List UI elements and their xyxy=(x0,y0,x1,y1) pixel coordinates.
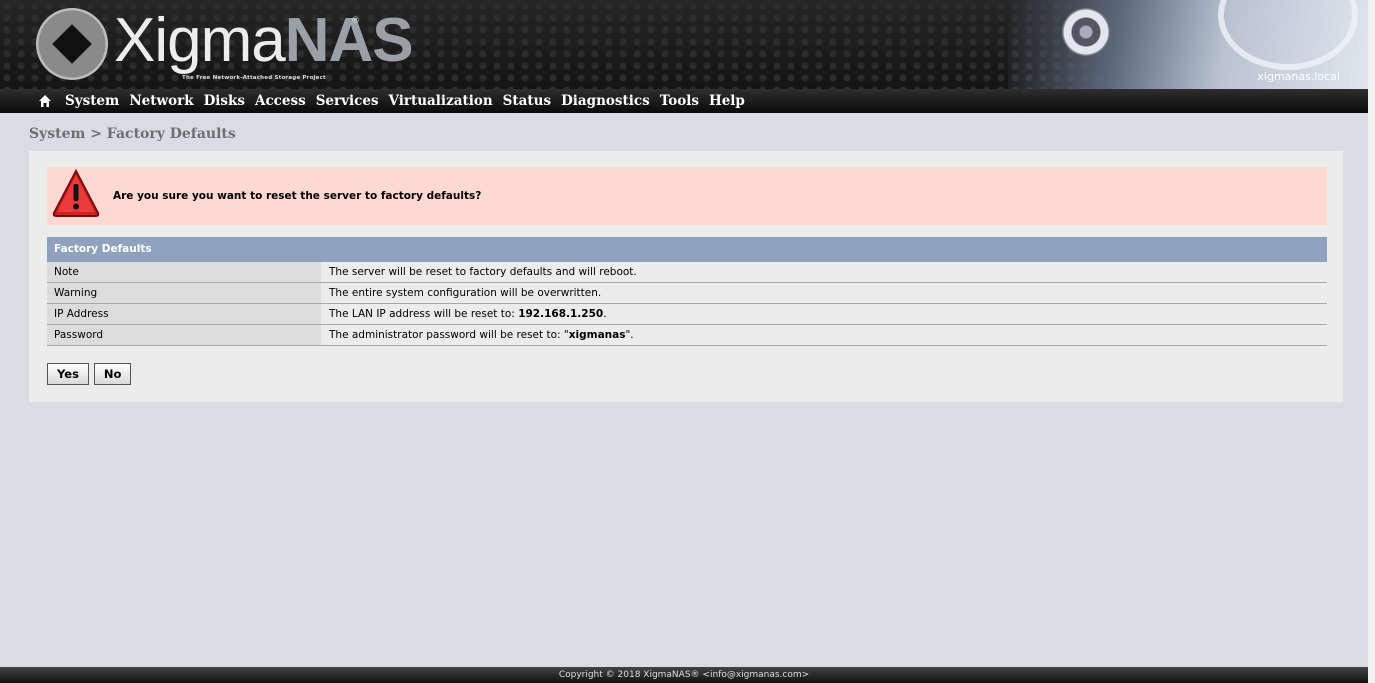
hostname-label: xigmanas.local xyxy=(1257,70,1340,83)
nav-item-access[interactable]: Access xyxy=(255,89,306,113)
header: XigmaNAS ® The Free Network-Attached Sto… xyxy=(0,0,1368,89)
logo-text-xigma: Xigma xyxy=(114,6,286,75)
disk-platter-arc xyxy=(1218,0,1358,70)
ip-address-value: 192.168.1.250 xyxy=(518,308,604,320)
password-value: xigmanas xyxy=(568,329,626,341)
table-row: Warning The entire system configuration … xyxy=(47,283,1327,304)
nav-item-network[interactable]: Network xyxy=(129,89,193,113)
content-panel: Are you sure you want to reset the serve… xyxy=(29,151,1343,402)
yes-button[interactable]: Yes xyxy=(47,363,89,385)
logo: XigmaNAS ® The Free Network-Attached Sto… xyxy=(36,2,414,86)
row-value: The entire system configuration will be … xyxy=(323,283,1327,303)
button-group: Yes No xyxy=(47,363,132,385)
row-value-text: The administrator password will be reset… xyxy=(329,329,569,341)
row-value: The administrator password will be reset… xyxy=(323,325,1327,345)
table-row: IP Address The LAN IP address will be re… xyxy=(47,304,1327,325)
row-label: IP Address xyxy=(47,304,323,324)
factory-defaults-table: Factory Defaults Note The server will be… xyxy=(47,237,1327,346)
row-label: Password xyxy=(47,325,323,345)
row-label: Note xyxy=(47,262,323,282)
nav-menu: System Network Disks Access Services Vir… xyxy=(65,89,755,113)
row-value: The LAN IP address will be reset to: 192… xyxy=(323,304,1327,324)
logo-wordmark: XigmaNAS xyxy=(114,4,414,78)
row-value-text: The LAN IP address will be reset to: xyxy=(329,308,519,320)
table-title: Factory Defaults xyxy=(47,237,1327,262)
no-button[interactable]: No xyxy=(93,363,132,385)
nav-item-diagnostics[interactable]: Diagnostics xyxy=(561,89,650,113)
nav-item-services[interactable]: Services xyxy=(316,89,379,113)
footer: Copyright © 2018 XigmaNAS® <info@xigmana… xyxy=(0,667,1368,683)
nav-item-tools[interactable]: Tools xyxy=(660,89,699,113)
row-value: The server will be reset to factory defa… xyxy=(323,262,1327,282)
breadcrumb: System > Factory Defaults xyxy=(29,126,236,142)
logo-registered-mark: ® xyxy=(351,16,360,26)
nav-item-system[interactable]: System xyxy=(65,89,119,113)
main-navigation: System Network Disks Access Services Vir… xyxy=(0,89,1368,113)
logo-text-nas: NAS xyxy=(284,6,414,75)
nav-item-help[interactable]: Help xyxy=(709,89,745,113)
nav-item-disks[interactable]: Disks xyxy=(204,89,245,113)
alert-message: Are you sure you want to reset the serve… xyxy=(113,190,482,202)
confirmation-alert: Are you sure you want to reset the serve… xyxy=(47,167,1327,225)
home-icon[interactable] xyxy=(38,94,52,108)
nav-item-virtualization[interactable]: Virtualization xyxy=(389,89,493,113)
nav-item-status[interactable]: Status xyxy=(503,89,551,113)
table-row: Note The server will be reset to factory… xyxy=(47,262,1327,283)
row-value-suffix: ". xyxy=(625,329,634,341)
scrollbar[interactable] xyxy=(1368,0,1375,683)
logo-tagline: The Free Network-Attached Storage Projec… xyxy=(182,75,326,81)
row-label: Warning xyxy=(47,283,323,303)
warning-icon xyxy=(52,168,100,217)
disk-spindle xyxy=(1062,8,1110,56)
table-row: Password The administrator password will… xyxy=(47,325,1327,346)
row-value-suffix: . xyxy=(603,308,607,320)
